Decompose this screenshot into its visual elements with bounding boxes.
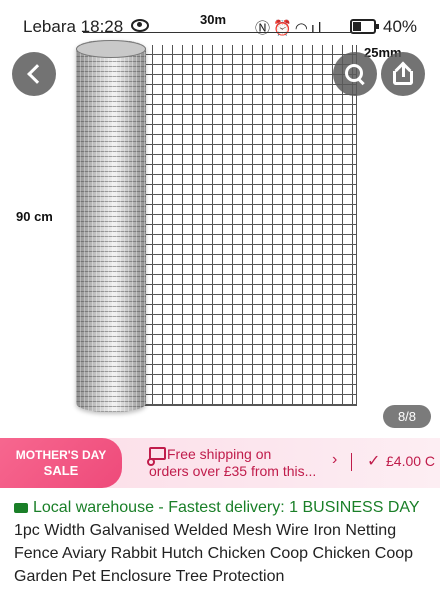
length-dimension-line <box>83 32 361 33</box>
chevron-left-icon <box>27 64 47 84</box>
free-shipping-text[interactable]: Free shipping on orders over £35 from th… <box>149 446 329 480</box>
check-icon: ✓ <box>367 453 381 470</box>
height-label: 90 cm <box>16 209 53 224</box>
share-button[interactable] <box>381 52 425 96</box>
price-guarantee-text: £4.00 C <box>386 453 436 469</box>
mesh-sheet <box>142 45 357 406</box>
search-button[interactable] <box>333 52 377 96</box>
badge-line1: MOTHER'S DAY <box>15 448 107 462</box>
chevron-right-icon[interactable]: › <box>332 451 337 469</box>
local-warehouse-truck-icon <box>14 503 28 513</box>
promo-banner[interactable]: MOTHER'S DAY SALE Free shipping on order… <box>0 438 440 488</box>
mothers-day-sale-badge: MOTHER'S DAY SALE <box>0 438 122 488</box>
search-icon <box>344 63 366 85</box>
mesh-roll <box>76 40 146 412</box>
promo-divider <box>351 453 352 471</box>
badge-line2: SALE <box>43 463 79 478</box>
product-title-text: 1pc Width Galvanised Welded Mesh Wire Ir… <box>14 522 414 585</box>
length-label: 30m <box>200 12 227 27</box>
local-warehouse-highlight: Local warehouse - Fastest delivery: 1 BU… <box>33 499 420 516</box>
share-icon <box>392 61 414 86</box>
image-page-counter: 8/8 <box>383 405 431 428</box>
product-title: Local warehouse - Fastest delivery: 1 BU… <box>14 496 430 588</box>
back-button[interactable] <box>12 52 56 96</box>
